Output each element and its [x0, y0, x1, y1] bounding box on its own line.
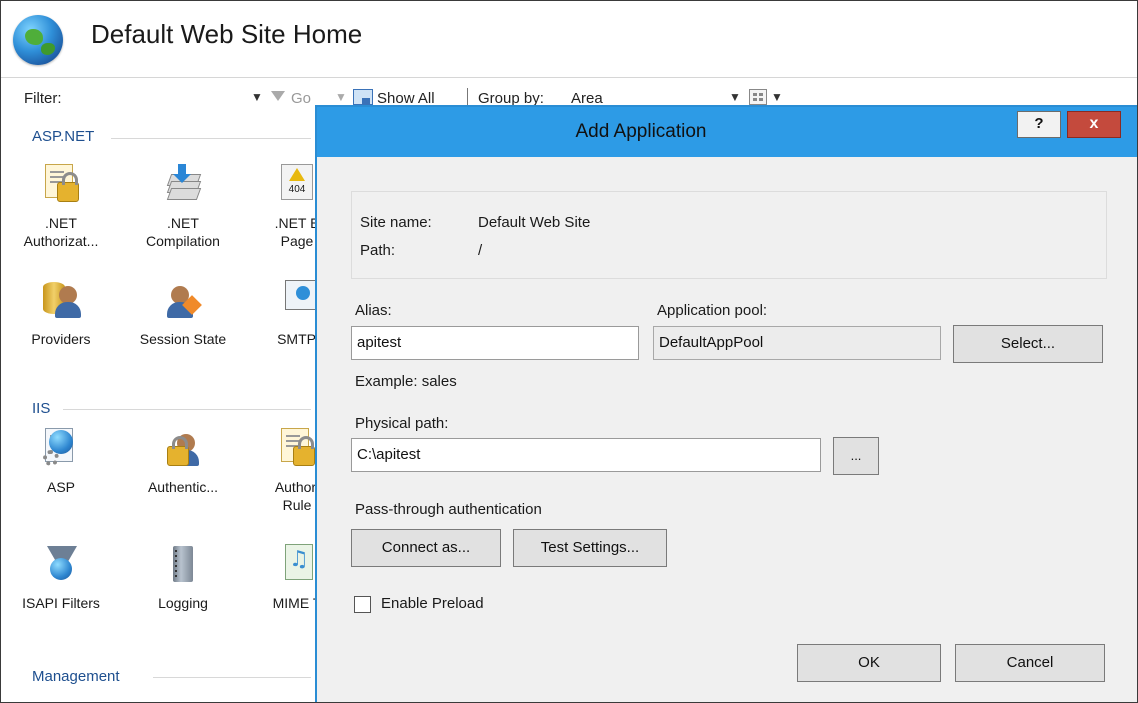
feature-label: Authori: [274, 479, 320, 495]
iis-manager-window: Default Web Site Home Filter: ▼ Go ▼ Sho…: [0, 0, 1138, 703]
site-info-box: Site name: Default Web Site Path: /: [351, 191, 1107, 279]
site-name-value: Default Web Site: [478, 214, 591, 231]
feature-label: Rule: [282, 497, 312, 513]
site-name-label: Site name:: [360, 214, 432, 231]
dialog-title-bar[interactable]: Add Application ? x: [317, 107, 1137, 157]
view-mode-icon[interactable]: [749, 89, 767, 105]
error-pages-icon: 404: [277, 164, 317, 208]
add-application-dialog: Add Application ? x Site name: Default W…: [315, 105, 1137, 702]
feature-label: Session State: [139, 331, 227, 347]
authorization-rules-icon: [277, 428, 317, 472]
asp-icon: [41, 428, 81, 472]
feature-authentication[interactable]: Authentic...: [133, 428, 233, 496]
feature-net-authorization[interactable]: .NET Authorizat...: [11, 164, 111, 250]
example-text: Example: sales: [355, 373, 457, 390]
feature-isapi-filters[interactable]: ISAPI Filters: [11, 544, 111, 612]
features-panel: ASP.NET .NET Authorizat... .NET Compilat…: [1, 116, 329, 702]
authentication-icon: [163, 428, 203, 472]
feature-label: Page: [280, 233, 314, 249]
lock-document-icon: [41, 164, 81, 208]
feature-label: .NET E: [274, 215, 320, 231]
go-button[interactable]: Go: [291, 90, 311, 107]
feature-asp[interactable]: ASP: [11, 428, 111, 496]
enable-preload-checkbox[interactable]: [354, 596, 371, 613]
filter-label: Filter:: [24, 90, 62, 107]
group-divider: [153, 677, 311, 678]
enable-preload-label: Enable Preload: [381, 595, 484, 612]
alias-input[interactable]: apitest: [351, 326, 639, 360]
page-header: Default Web Site Home: [1, 1, 1137, 78]
group-header-management[interactable]: Management: [32, 668, 120, 685]
help-button[interactable]: ?: [1017, 111, 1061, 138]
physical-path-input[interactable]: C:\apitest: [351, 438, 821, 472]
path-value: /: [478, 242, 483, 259]
logging-icon: [163, 544, 203, 588]
cancel-button[interactable]: Cancel: [955, 644, 1105, 682]
feature-label: .NET: [167, 215, 199, 231]
feature-session-state[interactable]: Session State: [133, 280, 233, 348]
feature-net-compilation[interactable]: .NET Compilation: [133, 164, 233, 250]
mime-types-icon: [277, 544, 317, 588]
pass-through-authentication-label: Pass-through authentication: [355, 501, 542, 518]
select-pool-button[interactable]: Select...: [953, 325, 1103, 363]
feature-label: .NET: [45, 215, 77, 231]
feature-label: Compilation: [146, 233, 220, 249]
providers-icon: [41, 280, 81, 324]
feature-label: ASP: [46, 479, 75, 495]
group-divider: [63, 409, 311, 410]
path-label: Path:: [360, 242, 396, 259]
group-header-iis[interactable]: IIS: [32, 400, 50, 417]
session-state-icon: [163, 280, 203, 324]
show-all-icon: [353, 89, 373, 105]
feature-providers[interactable]: Providers: [11, 280, 111, 348]
physical-path-label: Physical path:: [355, 415, 449, 432]
close-button[interactable]: x: [1067, 111, 1121, 138]
go-dropdown-arrow-icon[interactable]: ▼: [335, 90, 347, 104]
isapi-filters-icon: [41, 544, 81, 588]
feature-label: Authorizat...: [23, 233, 99, 249]
compilation-icon: [163, 164, 203, 208]
funnel-icon: [271, 91, 285, 101]
application-pool-field: DefaultAppPool: [653, 326, 941, 360]
alias-label: Alias:: [355, 302, 392, 319]
filter-dropdown-arrow-icon[interactable]: ▼: [251, 90, 263, 104]
group-divider: [111, 138, 311, 139]
ok-button[interactable]: OK: [797, 644, 941, 682]
view-mode-dropdown-arrow-icon[interactable]: ▼: [771, 90, 783, 104]
feature-label: Authentic...: [147, 479, 219, 495]
test-settings-button[interactable]: Test Settings...: [513, 529, 667, 567]
dialog-title: Add Application: [575, 121, 707, 142]
feature-label: Providers: [31, 331, 91, 347]
browse-button[interactable]: ...: [833, 437, 879, 475]
group-by-dropdown-arrow-icon[interactable]: ▼: [729, 90, 741, 104]
group-header-aspnet[interactable]: ASP.NET: [32, 128, 94, 145]
connect-as-button[interactable]: Connect as...: [351, 529, 501, 567]
feature-logging[interactable]: Logging: [133, 544, 233, 612]
application-pool-label: Application pool:: [657, 302, 768, 319]
page-title: Default Web Site Home: [91, 19, 363, 49]
globe-icon: [13, 15, 63, 65]
feature-label: ISAPI Filters: [22, 595, 100, 611]
feature-label: Logging: [158, 595, 208, 611]
